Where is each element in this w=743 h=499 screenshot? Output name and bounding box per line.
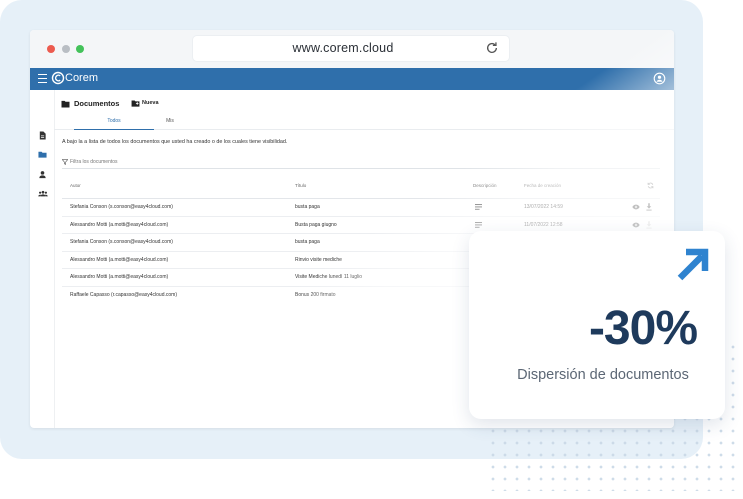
page-title: Documentos (74, 99, 120, 108)
group-icon[interactable] (38, 189, 48, 198)
folder-icon (61, 100, 70, 108)
table-header: Autor Título Descripción Fecha de creaci… (62, 176, 660, 199)
browser-titlebar: www.corem.cloud (30, 30, 674, 68)
filter-icon (62, 159, 68, 165)
app-bar: Corem (30, 68, 674, 90)
cell-titulo: busta paga (295, 204, 320, 210)
cell-autor: Alessandro Motti (a.motti@easy4cloud.com… (70, 274, 169, 281)
filter-placeholder: Filtra los documentos (70, 159, 118, 165)
description-icon[interactable] (475, 204, 482, 210)
cell-fecha: 13/07/2022 14:59 (524, 204, 563, 210)
brand-name: Corem (65, 72, 99, 84)
corem-logo-icon (51, 71, 65, 85)
column-header-titulo[interactable]: Título (295, 183, 306, 188)
cell-autor: Stefania Conson (s.conson@easy4cloud.com… (70, 239, 173, 246)
folder-icon[interactable] (38, 150, 47, 159)
cell-autor: Alessandro Motti (a.motti@easy4cloud.com… (70, 256, 169, 263)
new-button-label: Nueva (142, 100, 159, 106)
table-row[interactable]: Stefania Conson (s.conson@easy4cloud.com… (62, 199, 660, 217)
reload-icon[interactable] (485, 41, 499, 55)
document-icon[interactable] (38, 131, 47, 140)
column-header-descripcion[interactable]: Descripción (473, 183, 497, 188)
menu-icon[interactable] (38, 74, 47, 84)
tab-mis[interactable]: Mis (130, 117, 210, 129)
minimize-window-dot[interactable] (62, 45, 70, 53)
cell-titulo: busta paga (295, 239, 320, 246)
description-icon[interactable] (475, 221, 482, 228)
cell-titulo: Busta paga giugno (295, 221, 337, 228)
stat-value: -30% (588, 302, 698, 355)
maximize-window-dot[interactable] (76, 45, 84, 53)
filter-input[interactable]: Filtra los documentos (62, 158, 660, 169)
address-bar[interactable]: www.corem.cloud (193, 36, 509, 61)
tab-bar: Todos Mis (54, 117, 674, 130)
stat-card: -30% Dispersión de documentos (469, 231, 725, 419)
url-text: www.corem.cloud (292, 41, 394, 55)
eye-icon[interactable] (632, 204, 640, 210)
info-text: A bajo la a lista de todos los documento… (62, 139, 288, 145)
download-icon[interactable] (646, 203, 652, 211)
cell-autor: Raffaele Capasso (r.capasso@easy4cloud.c… (70, 291, 177, 298)
cell-titulo: Visite Mediche lunedì 11 luglio (295, 274, 363, 281)
sync-icon[interactable] (647, 182, 654, 189)
column-header-fecha[interactable]: Fecha de creación (524, 183, 561, 188)
download-icon[interactable] (646, 220, 652, 229)
person-icon[interactable] (38, 170, 47, 179)
column-header-autor[interactable]: Autor (70, 183, 81, 188)
cell-autor: Stefania Conson (s.conson@easy4cloud.com… (70, 204, 173, 210)
cell-titulo: Rinvio visite mediche (295, 256, 342, 263)
stat-label: Dispersión de documentos (517, 367, 689, 383)
new-folder-icon (131, 100, 140, 107)
cell-autor: Alessandro Motti (a.motti@easy4cloud.com… (70, 221, 169, 228)
arrow-up-right-icon (677, 248, 709, 281)
left-navigation (30, 90, 55, 428)
account-icon[interactable] (653, 72, 666, 85)
cell-fecha: 11/07/2022 12:58 (524, 221, 563, 228)
cell-titulo: Bonus 200 firmato (295, 291, 336, 298)
eye-icon[interactable] (632, 222, 640, 228)
close-window-dot[interactable] (47, 45, 55, 53)
